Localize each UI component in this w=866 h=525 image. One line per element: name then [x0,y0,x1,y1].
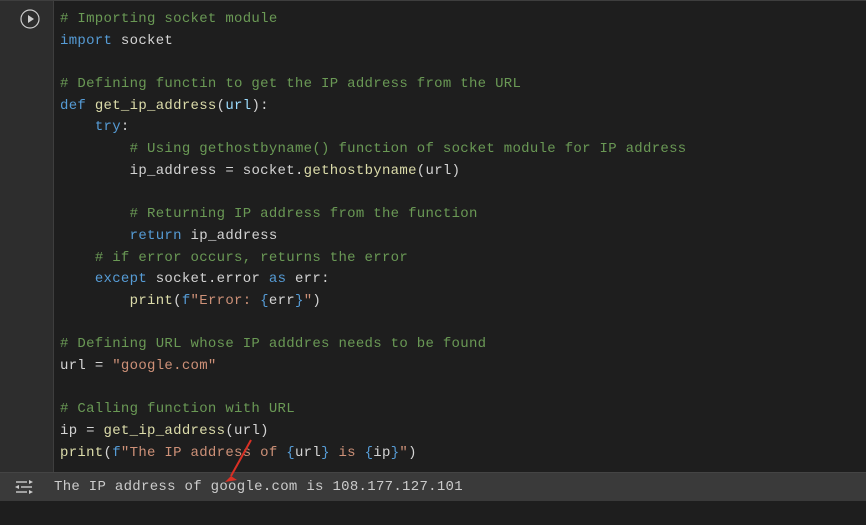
code-token: url [234,423,260,439]
code-token: import [60,33,112,49]
code-token: print [60,445,104,461]
code-editor[interactable]: # Importing socket module import socket … [54,1,866,472]
code-token: f [182,293,191,309]
code-token: url [225,98,251,114]
code-token: # Calling function with URL [60,401,295,417]
code-cell: # Importing socket module import socket … [0,0,866,472]
code-token: "Error: [191,293,261,309]
code-token: ip_address [191,228,278,244]
code-token: error [217,271,261,287]
code-token: " [399,445,408,461]
output-gutter [0,480,48,494]
code-token: except [95,271,147,287]
output-cell: The IP address of google.com is 108.177.… [0,472,866,501]
cell-gutter [6,1,54,472]
code-token: # Using gethostbyname() function of sock… [130,141,687,157]
code-token: err [295,271,321,287]
code-token: # Defining functin to get the IP address… [60,76,521,92]
code-token: # Returning IP address from the function [130,206,478,222]
code-token: err [269,293,295,309]
code-token: get_ip_address [104,423,226,439]
code-token: socket [121,33,173,49]
code-token: def [60,98,86,114]
code-token: gethostbyname [304,163,417,179]
code-token: url [60,358,86,374]
code-token: ip [60,423,77,439]
play-icon[interactable] [20,9,40,29]
code-token: try [95,119,121,135]
code-token: socket [156,271,208,287]
code-token: f [112,445,121,461]
code-token: # if error occurs, returns the error [95,250,408,266]
code-token: socket [243,163,295,179]
code-token: as [269,271,286,287]
code-token: url [295,445,321,461]
code-token: return [130,228,182,244]
code-token: "The IP address of [121,445,286,461]
code-token: is [330,445,365,461]
code-token: # Importing socket module [60,11,278,27]
code-token: print [130,293,174,309]
code-token: ip_address [130,163,217,179]
code-token: # Defining URL whose IP adddres needs to… [60,336,486,352]
output-toggle-icon[interactable] [15,480,33,494]
output-text: The IP address of google.com is 108.177.… [48,479,463,495]
code-token: ip [373,445,390,461]
code-token: get_ip_address [95,98,217,114]
code-token: url [426,163,452,179]
code-token: "google.com" [112,358,216,374]
